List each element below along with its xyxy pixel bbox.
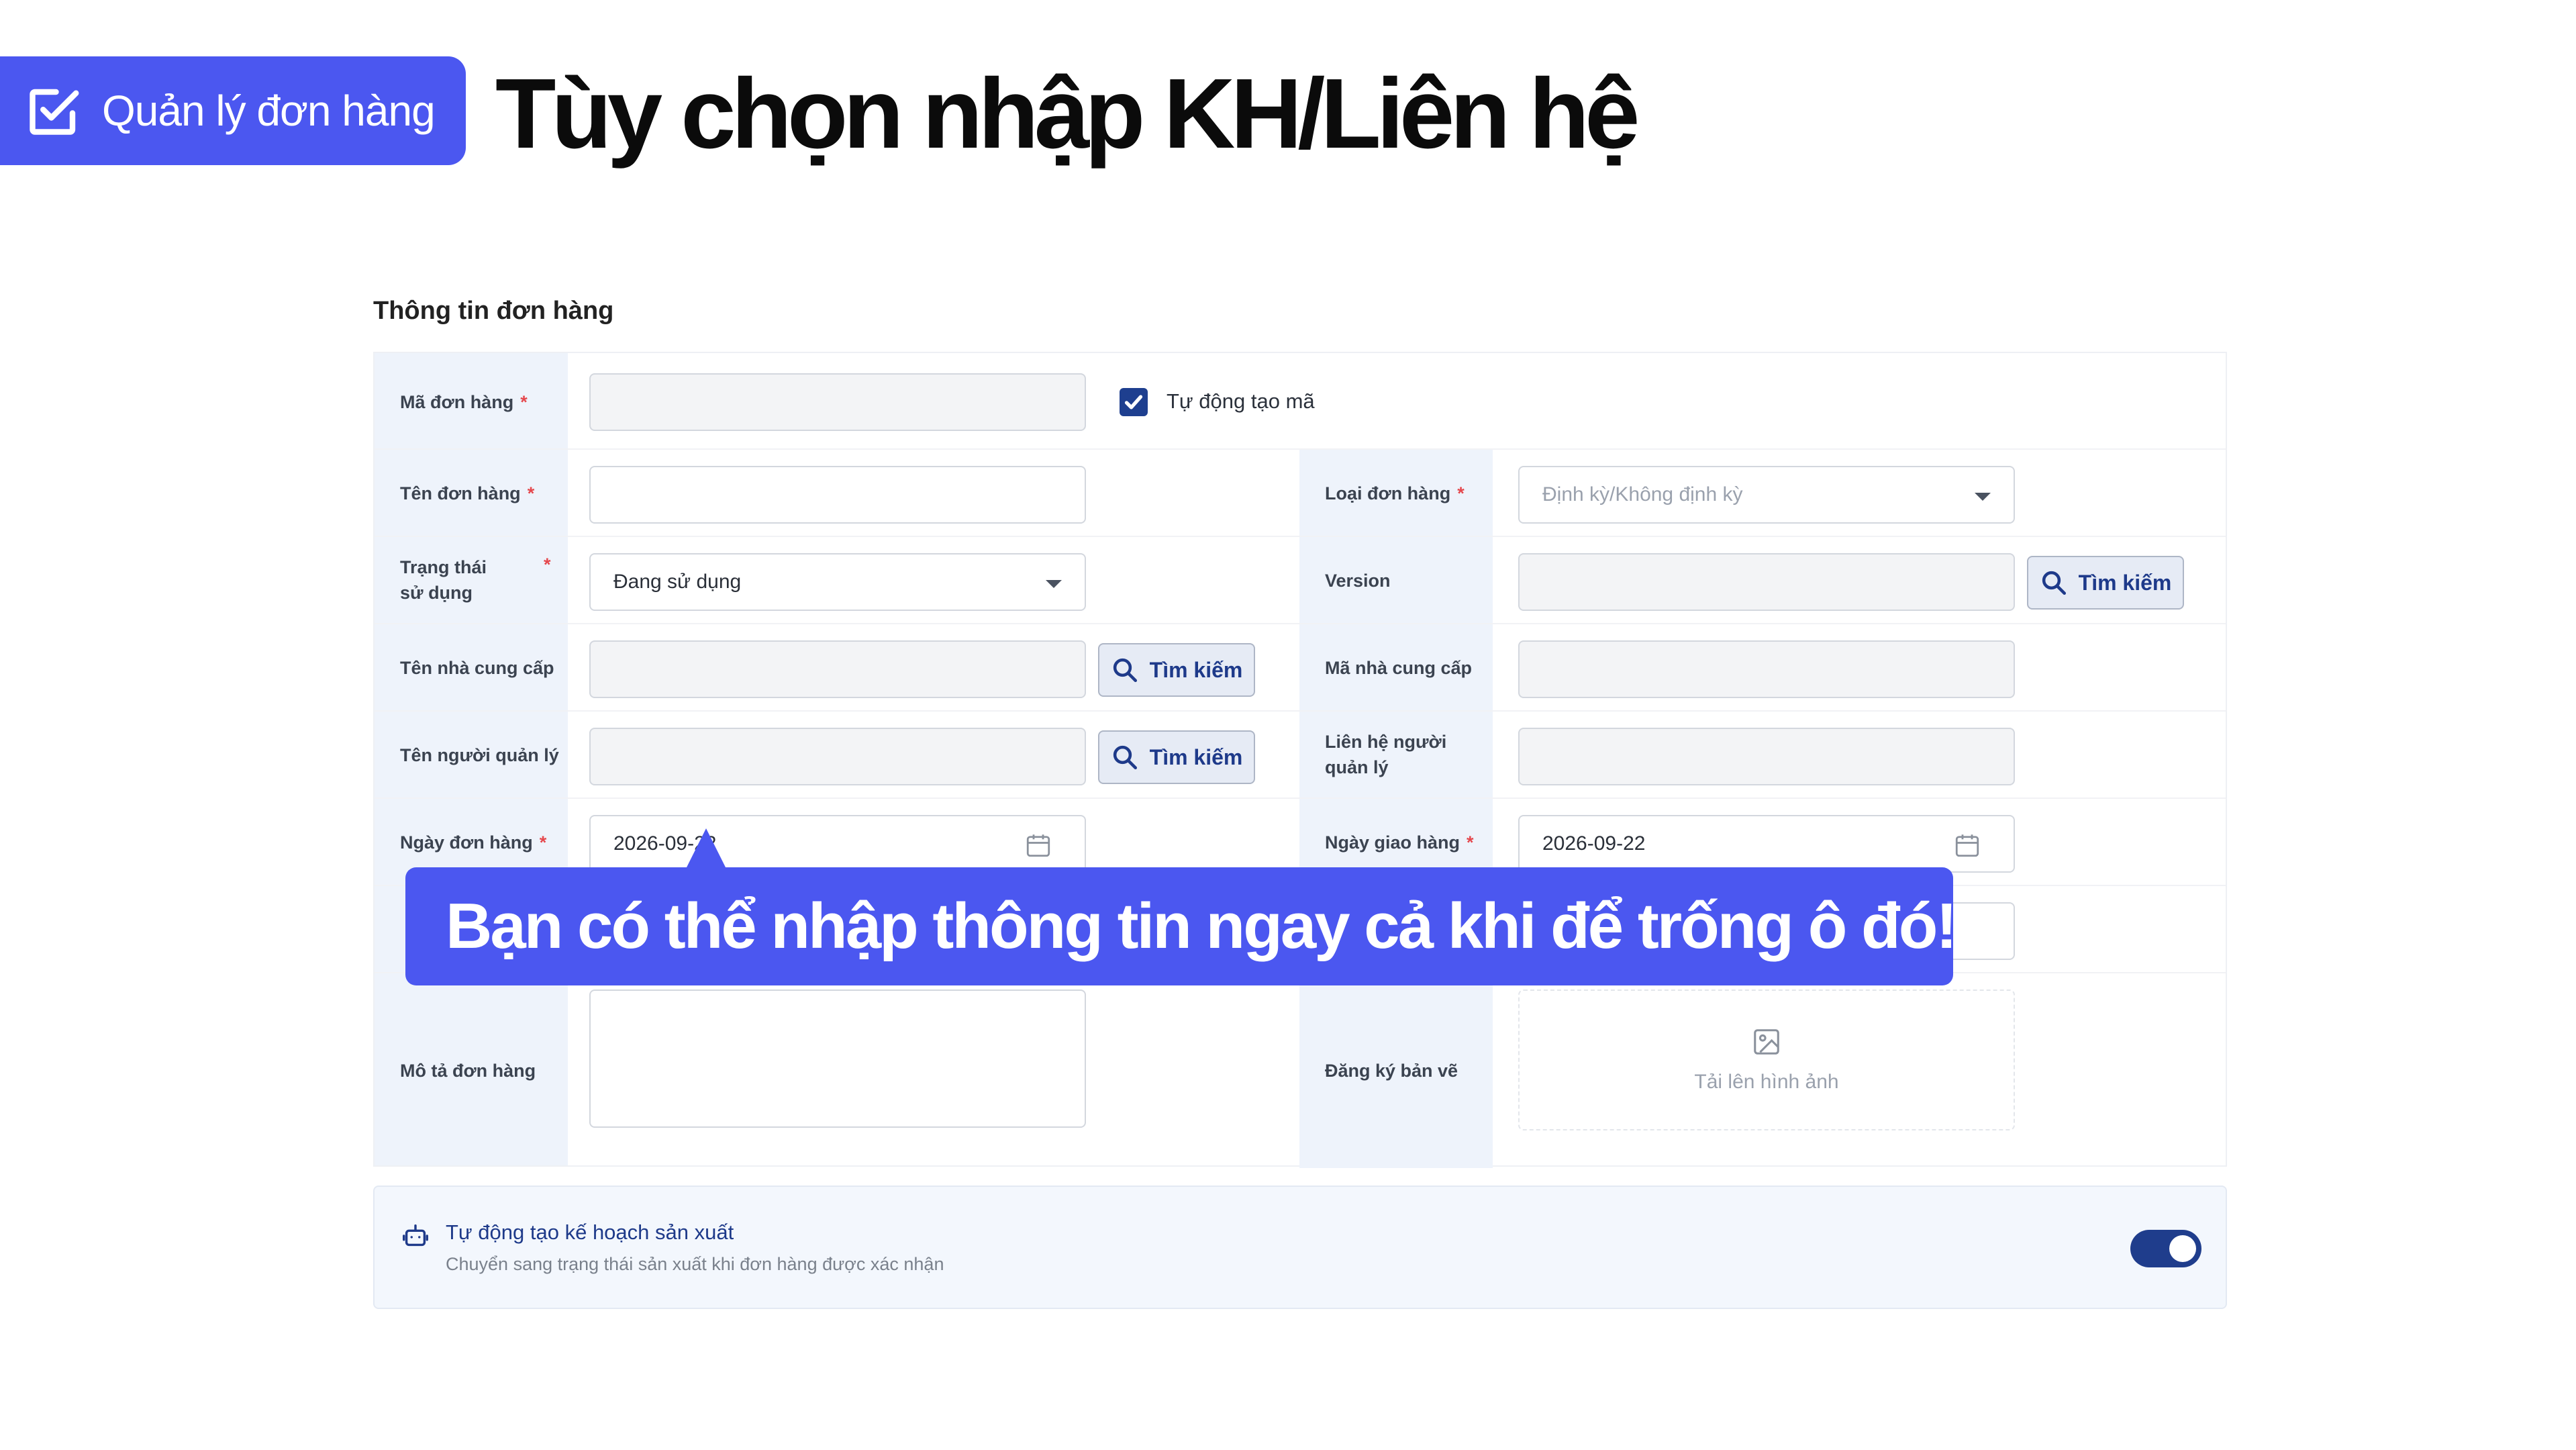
usage-status-required: *	[544, 554, 551, 575]
auto-plan-title: Tự động tạo kế hoạch sản xuất	[446, 1220, 734, 1244]
supplier-search-button[interactable]: Tìm kiếm	[1098, 643, 1255, 697]
auto-code-label: Tự động tạo mã	[1167, 389, 1315, 413]
checkbox-edit-icon	[30, 89, 79, 135]
order-type-select[interactable]: Định kỳ/Không định kỳ	[1518, 466, 2015, 524]
auto-plan-card: Tự động tạo kế hoạch sản xuất Chuyển san…	[373, 1186, 2227, 1309]
calendar-icon	[1955, 834, 1979, 857]
callout-pointer	[686, 828, 726, 869]
manager-contact-input[interactable]	[1518, 728, 2015, 785]
robot-icon	[403, 1224, 428, 1247]
supplier-name-label: Tên nhà cung cấp	[400, 658, 554, 678]
version-label: Version	[1325, 571, 1391, 591]
manager-search-button[interactable]: Tìm kiếm	[1098, 730, 1255, 784]
order-info-form: Mã đơn hàng * Tự động tạo mã Tên đơn hàng…	[373, 352, 2227, 1168]
order-type-label: Loại đơn hàng *	[1325, 483, 1465, 503]
order-name-label: Tên đơn hàng *	[400, 483, 535, 503]
drawing-label: Đăng ký bản vẽ	[1325, 1061, 1458, 1081]
version-input[interactable]	[1518, 553, 2015, 611]
order-name-input[interactable]	[589, 466, 1086, 524]
calendar-icon	[1026, 834, 1050, 857]
drawing-upload[interactable]: Tải lên hình ảnh	[1518, 989, 2015, 1130]
auto-plan-toggle[interactable]	[2130, 1230, 2201, 1267]
chevron-down-icon	[1975, 493, 1991, 501]
toggle-knob	[2169, 1235, 2196, 1262]
supplier-code-input[interactable]	[1518, 640, 2015, 698]
supplier-code-label: Mã nhà cung cấp	[1325, 658, 1473, 678]
check-icon	[1124, 395, 1143, 409]
module-badge: Quản lý đơn hàng	[0, 56, 466, 165]
delivery-date-label: Ngày giao hàng *	[1325, 832, 1474, 853]
order-code-input[interactable]	[589, 373, 1086, 431]
description-textarea[interactable]	[589, 989, 1086, 1128]
search-icon	[1113, 745, 1137, 770]
supplier-name-input[interactable]	[589, 640, 1086, 698]
callout-banner: Bạn có thể nhập thông tin ngay cả khi để…	[405, 867, 1957, 985]
manager-name-input[interactable]	[589, 728, 1086, 785]
usage-status-label: Trạng thái sử dụng	[400, 557, 487, 603]
order-code-label: Mã đơn hàng *	[400, 392, 528, 412]
manager-contact-label: Liên hệ người quản lý	[1325, 732, 1447, 777]
order-date-input[interactable]: 2026-09-22	[589, 815, 1086, 873]
auto-code-checkbox[interactable]	[1120, 388, 1148, 416]
auto-plan-subtitle: Chuyển sang trạng thái sản xuất khi đơn …	[446, 1254, 944, 1274]
module-label: Quản lý đơn hàng	[102, 87, 436, 135]
version-search-button[interactable]: Tìm kiếm	[2027, 556, 2184, 610]
description-label: Mô tả đơn hàng	[400, 1061, 536, 1081]
search-icon	[1113, 658, 1137, 683]
usage-status-select[interactable]: Đang sử dụng	[589, 553, 1086, 611]
section-title: Thông tin đơn hàng	[373, 297, 614, 325]
delivery-date-input[interactable]: 2026-09-22	[1518, 815, 2015, 873]
manager-name-label: Tên người quản lý	[400, 745, 559, 765]
page-title: Tùy chọn nhập KH/Liên hệ	[495, 58, 1640, 169]
image-icon	[1754, 1029, 1779, 1055]
search-icon	[2042, 571, 2066, 595]
order-date-label: Ngày đơn hàng *	[400, 832, 547, 853]
chevron-down-icon	[1046, 580, 1062, 588]
